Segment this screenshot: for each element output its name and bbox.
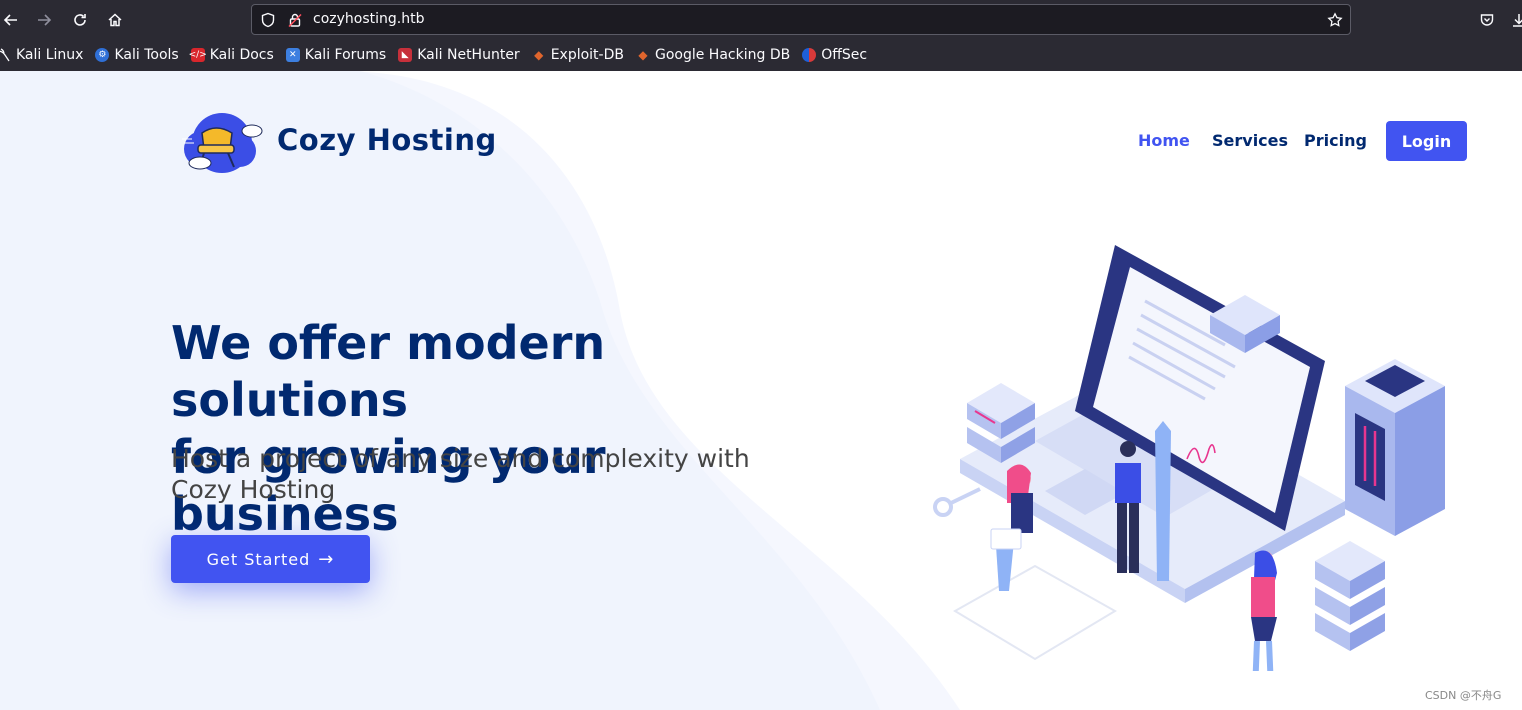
pocket-icon	[1480, 14, 1494, 26]
login-button[interactable]: Login	[1386, 121, 1467, 161]
back-button[interactable]	[0, 9, 22, 31]
bookmark-label: Kali NetHunter	[417, 47, 520, 63]
page-viewport: Cozy Hosting Home Services Pricing Login…	[0, 71, 1522, 710]
csdn-watermark: CSDN @不舟G	[1425, 689, 1502, 702]
bookmark-star-icon[interactable]	[1325, 10, 1345, 30]
home-icon	[108, 13, 122, 27]
shield-icon[interactable]	[258, 10, 278, 30]
kali-dragon-icon	[0, 48, 11, 62]
hero-illustration	[933, 245, 1445, 671]
nav-home[interactable]: Home	[1138, 131, 1190, 150]
reload-button[interactable]	[69, 9, 91, 31]
bookmark-label: Kali Linux	[16, 47, 84, 63]
kali-nethunter-icon: ◣	[398, 48, 413, 62]
forward-arrow-icon	[38, 14, 52, 26]
cozy-hosting-logo	[182, 113, 263, 173]
pocket-button[interactable]	[1476, 9, 1498, 31]
bookmark-kali-linux[interactable]: Kali Linux	[0, 47, 83, 63]
get-started-button[interactable]: Get Started →	[171, 535, 370, 583]
downloads-button[interactable]	[1508, 9, 1522, 31]
bookmark-label: Exploit-DB	[550, 47, 624, 63]
ghdb-icon: ◆	[638, 48, 648, 62]
offsec-icon	[802, 48, 817, 62]
nav-pricing[interactable]: Pricing	[1304, 131, 1367, 150]
url-bar[interactable]: cozyhosting.htb	[251, 4, 1351, 35]
bookmark-kali-docs[interactable]: </> Kali Docs	[188, 47, 274, 63]
url-text[interactable]: cozyhosting.htb	[313, 11, 424, 27]
bookmark-label: Google Hacking DB	[654, 47, 791, 63]
kali-tools-icon: ⚙	[95, 48, 110, 62]
bookmark-kali-nethunter[interactable]: ◣ Kali NetHunter	[398, 47, 520, 63]
exploit-db-icon: ◆	[534, 48, 544, 62]
bookmark-google-hacking-db[interactable]: ◆ Google Hacking DB	[636, 47, 790, 63]
reload-icon	[74, 14, 86, 26]
nav-services[interactable]: Services	[1212, 131, 1288, 150]
home-button[interactable]	[104, 9, 126, 31]
kali-docs-icon: </>	[188, 48, 207, 62]
browser-chrome: cozyhosting.htb Kali Linux ⚙ Kali Tools …	[0, 0, 1522, 71]
forward-button[interactable]	[33, 9, 55, 31]
bookmark-label: Kali Docs	[209, 47, 274, 63]
bookmarks-toolbar: Kali Linux ⚙ Kali Tools </> Kali Docs ✕ …	[0, 42, 879, 68]
bookmark-label: Kali Tools	[114, 47, 179, 63]
hero-heading: We offer modern solutions for growing yo…	[171, 315, 811, 543]
arrow-right-icon: →	[318, 548, 335, 570]
insecure-lock-icon[interactable]	[285, 10, 305, 30]
download-icon	[1513, 14, 1522, 27]
bookmark-kali-forums[interactable]: ✕ Kali Forums	[285, 47, 387, 63]
hero-subtitle: Host a project of any size and complexit…	[171, 444, 750, 504]
back-arrow-icon	[3, 14, 17, 26]
bookmark-label: OffSec	[821, 47, 868, 63]
brand-name[interactable]: Cozy Hosting	[277, 123, 497, 157]
kali-forums-icon: ✕	[285, 48, 300, 62]
bookmark-offsec[interactable]: OffSec	[802, 47, 867, 63]
bookmark-kali-tools[interactable]: ⚙ Kali Tools	[95, 47, 179, 63]
get-started-label: Get Started	[206, 549, 311, 569]
bookmark-exploit-db[interactable]: ◆ Exploit-DB	[532, 47, 624, 63]
bookmark-label: Kali Forums	[304, 47, 387, 63]
hero-heading-line1: We offer modern solutions	[171, 316, 606, 427]
